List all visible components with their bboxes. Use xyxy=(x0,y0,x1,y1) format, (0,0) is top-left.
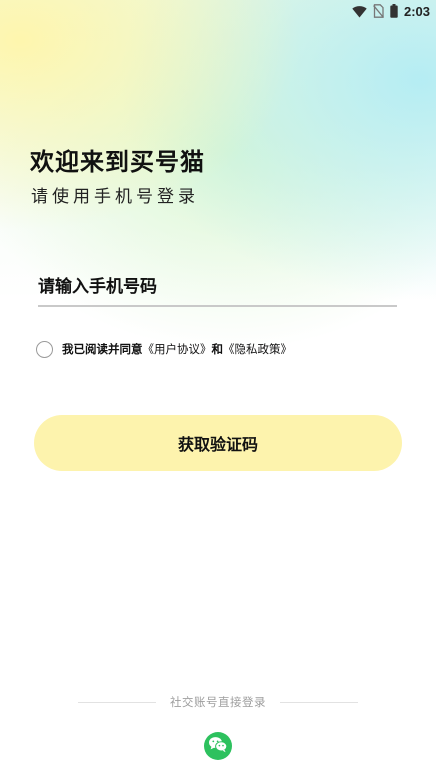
battery-icon xyxy=(390,4,398,18)
wechat-icon xyxy=(208,736,228,757)
agreement-prefix: 我已阅读并同意 xyxy=(62,342,143,356)
privacy-policy-link[interactable]: 《隐私政策》 xyxy=(223,341,292,357)
divider-line-left xyxy=(78,701,156,703)
status-icons: 2:03 xyxy=(352,2,430,20)
agreement-row: 我已阅读并同意 《用户协议》 和 《隐私政策》 xyxy=(36,339,292,359)
get-code-button[interactable]: 获取验证码 xyxy=(34,415,402,471)
welcome-subtitle: 请使用手机号登录 xyxy=(31,187,199,207)
status-time: 2:03 xyxy=(403,3,430,19)
login-screen: 2:03 欢迎来到买号猫 请使用手机号登录 我已阅读并同意 《用户协议》 和 《… xyxy=(0,0,436,776)
wechat-login-button[interactable] xyxy=(204,732,232,760)
welcome-title: 欢迎来到买号猫 xyxy=(30,148,205,176)
status-bar: 2:03 xyxy=(0,0,436,22)
phone-field xyxy=(38,271,397,307)
divider-line-right xyxy=(280,701,358,703)
phone-input[interactable] xyxy=(38,271,397,303)
no-sim-icon xyxy=(373,4,384,18)
social-login-label: 社交账号直接登录 xyxy=(170,695,266,709)
user-agreement-link[interactable]: 《用户协议》 xyxy=(143,341,212,357)
agreement-radio[interactable] xyxy=(36,340,53,358)
wifi-icon xyxy=(352,5,367,18)
social-login-divider: 社交账号直接登录 xyxy=(78,694,358,710)
agreement-conjunction: 和 xyxy=(211,342,224,356)
